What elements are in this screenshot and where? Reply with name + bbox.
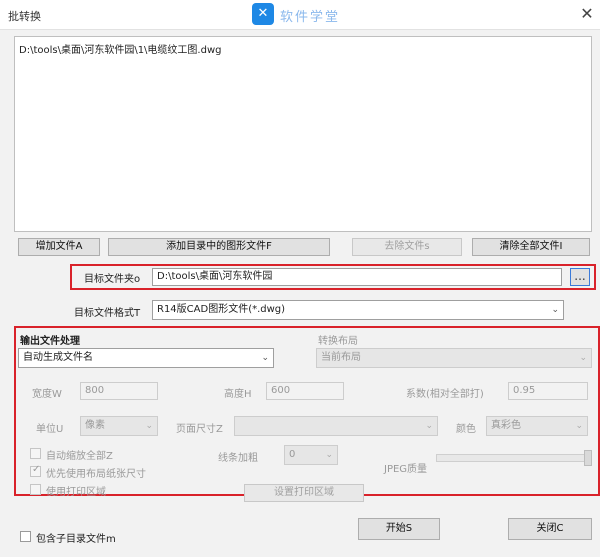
chevron-down-icon: ⌄ (325, 450, 333, 460)
unit-value: 像素 (85, 420, 105, 431)
site-logo-icon: ✕ (252, 3, 274, 25)
list-item[interactable]: D:\tools\桌面\河东软件园\1\电缆纹工图.dwg (19, 41, 587, 56)
site-logo-text: 软件学堂 (280, 10, 341, 25)
line-width-select[interactable]: 0 ⌄ (284, 445, 338, 465)
layout-section-label: 转换布局 (318, 336, 358, 347)
target-folder-label: 目标文件夹o (84, 274, 141, 285)
close-icon[interactable]: ✕ (578, 6, 596, 24)
line-width-value: 0 (289, 449, 296, 460)
target-format-label: 目标文件格式T (74, 308, 141, 319)
close-button[interactable]: 关闭C (508, 518, 592, 540)
color-value: 真彩色 (491, 420, 521, 431)
include-subfolders-checkbox[interactable] (20, 531, 31, 542)
window-title: 批转换 (8, 10, 41, 23)
browse-folder-button[interactable]: ... (570, 268, 590, 286)
add-file-button[interactable]: 增加文件A (18, 238, 100, 256)
auto-zoom-label: 自动缩放全部Z (46, 451, 113, 462)
layout-select[interactable]: 当前布局 ⌄ (316, 348, 592, 368)
chevron-down-icon: ⌄ (425, 421, 433, 431)
chevron-down-icon: ⌄ (145, 421, 153, 431)
use-plot-area-label: 使用打印区域 (46, 487, 106, 498)
unit-select[interactable]: 像素 ⌄ (80, 416, 158, 436)
naming-select[interactable]: 自动生成文件名 ⌄ (18, 348, 274, 368)
factor-label: 系数(相对全部打) (406, 389, 484, 400)
height-label: 高度H (224, 389, 252, 400)
target-folder-input[interactable]: D:\tools\桌面\河东软件园 (152, 268, 562, 286)
use-layout-paper-checkbox[interactable] (30, 464, 41, 477)
jpeg-quality-label: JPEG质量 (384, 464, 428, 475)
color-select[interactable]: 真彩色 ⌄ (486, 416, 588, 436)
jpeg-quality-slider[interactable] (436, 454, 592, 462)
paper-size-label: 页面尺寸Z (176, 424, 223, 435)
line-width-label: 线条加粗 (218, 453, 258, 464)
auto-zoom-checkbox[interactable] (30, 448, 41, 459)
include-subfolders-label: 包含子目录文件m (36, 534, 116, 545)
chevron-down-icon: ⌄ (551, 305, 559, 315)
unit-label: 单位U (36, 424, 64, 435)
naming-value: 自动生成文件名 (23, 352, 93, 363)
chevron-down-icon: ⌄ (579, 353, 587, 363)
file-list[interactable]: D:\tools\桌面\河东软件园\1\电缆纹工图.dwg (14, 36, 592, 232)
layout-value: 当前布局 (321, 352, 361, 363)
naming-section-label: 输出文件处理 (20, 336, 80, 347)
start-button[interactable]: 开始S (358, 518, 440, 540)
color-label: 颜色 (456, 424, 476, 435)
height-input[interactable]: 600 (266, 382, 344, 400)
jpeg-quality-slider-thumb[interactable] (584, 450, 592, 466)
use-plot-area-checkbox[interactable] (30, 484, 41, 495)
width-input[interactable]: 800 (80, 382, 158, 400)
chevron-down-icon: ⌄ (575, 421, 583, 431)
plot-settings-button[interactable]: 设置打印区域 (244, 484, 364, 502)
paper-size-select[interactable]: ⌄ (234, 416, 438, 436)
add-folder-button[interactable]: 添加目录中的图形文件F (108, 238, 330, 256)
target-format-select[interactable]: R14版CAD图形文件(*.dwg) ⌄ (152, 300, 564, 320)
width-label: 宽度W (32, 389, 62, 400)
chevron-down-icon: ⌄ (261, 353, 269, 363)
remove-file-button[interactable]: 去除文件s (352, 238, 462, 256)
target-format-value: R14版CAD图形文件(*.dwg) (157, 304, 286, 315)
clear-all-button[interactable]: 清除全部文件I (472, 238, 590, 256)
factor-input[interactable]: 0.95 (508, 382, 588, 400)
use-layout-paper-label: 优先使用布局纸张尺寸 (46, 469, 146, 480)
